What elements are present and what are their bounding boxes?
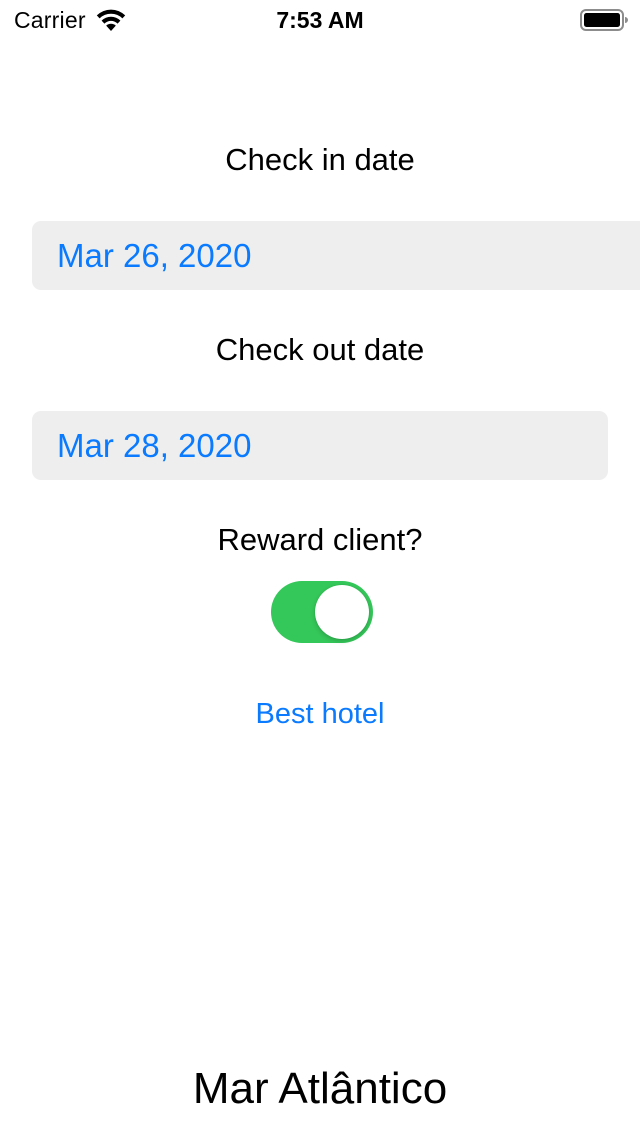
battery-full-icon: [580, 9, 628, 31]
status-bar: Carrier 7:53 AM: [0, 0, 640, 40]
reward-client-label: Reward client?: [217, 522, 423, 557]
check-out-date-picker[interactable]: Mar 28, 2020: [32, 411, 608, 480]
status-time: 7:53 AM: [276, 7, 364, 33]
check-out-date-value: Mar 28, 2020: [57, 426, 252, 464]
check-in-date-value: Mar 26, 2020: [57, 236, 252, 274]
hotel-name-result: Mar Atlântico: [192, 1064, 448, 1113]
reward-client-toggle[interactable]: [271, 581, 373, 643]
toggle-knob: [315, 585, 369, 639]
check-in-date-picker[interactable]: Mar 26, 2020: [32, 221, 640, 290]
best-hotel-button[interactable]: Best hotel: [0, 694, 640, 734]
check-in-label: Check in date: [225, 142, 415, 177]
check-out-label: Check out date: [215, 332, 425, 367]
